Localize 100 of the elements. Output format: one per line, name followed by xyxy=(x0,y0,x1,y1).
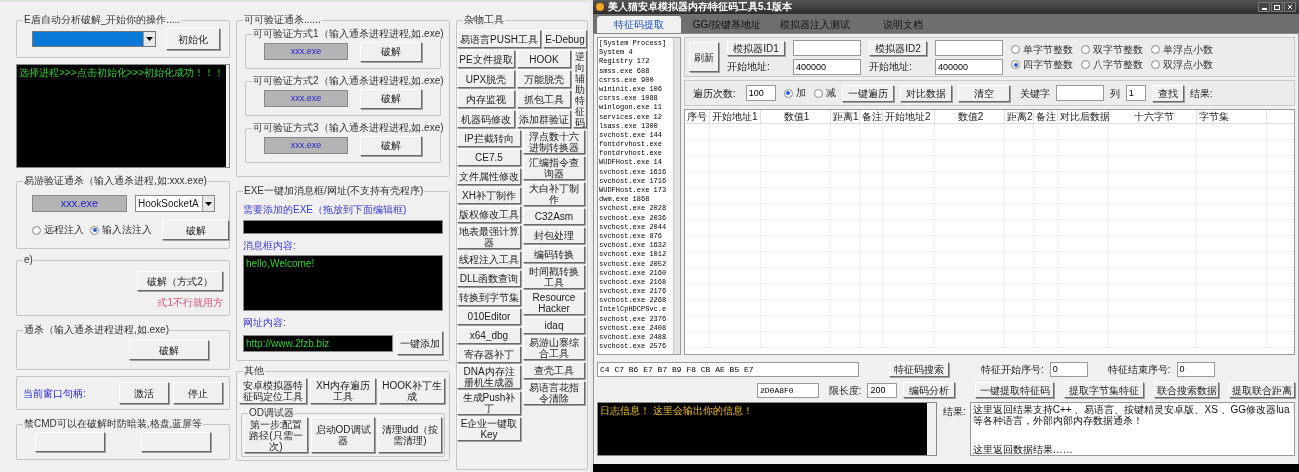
tool-button[interactable]: 寄存器补丁 xyxy=(457,346,521,363)
tool-button[interactable]: E-Debug xyxy=(543,30,587,48)
radio-button[interactable] xyxy=(783,88,793,98)
emulator-button[interactable]: 模拟器ID2 xyxy=(869,40,927,56)
button[interactable]: 对比数据 xyxy=(899,84,952,102)
process-list[interactable] xyxy=(597,37,681,355)
tool-button[interactable]: 抓包工具 xyxy=(517,90,571,108)
tool-button[interactable]: DLL函数查询 xyxy=(457,270,521,287)
end-index-field[interactable]: 0 xyxy=(1176,362,1215,377)
tool-button[interactable]: 清理udd（按需清理) xyxy=(378,417,442,453)
crack-button[interactable]: 破解 xyxy=(360,88,422,109)
process-field[interactable]: xxx.exe xyxy=(32,195,127,212)
crack-button[interactable]: 破解（方式2） xyxy=(137,271,223,291)
count-field[interactable]: 100 xyxy=(745,85,776,101)
keyword-field[interactable] xyxy=(1055,85,1104,101)
button[interactable] xyxy=(141,432,211,452)
tool-button[interactable]: 010Editor xyxy=(457,308,521,325)
column-header[interactable]: 字节集 xyxy=(1197,110,1267,123)
tab[interactable]: 特征码提取 xyxy=(597,16,681,33)
address-field[interactable]: 400000 xyxy=(793,58,861,75)
tool-button[interactable]: 添加群验证 xyxy=(517,110,571,128)
emulator-button[interactable]: 模拟器ID1 xyxy=(727,40,785,56)
crack-button[interactable]: 破解 xyxy=(162,220,229,240)
tool-button[interactable]: PE文件提取 xyxy=(457,50,515,68)
tool-button[interactable]: DNA内存注册机生成器 xyxy=(457,365,521,389)
button[interactable]: 提取字节集特征 xyxy=(1064,382,1144,398)
emulator-id-field[interactable] xyxy=(935,39,1003,56)
column-header[interactable]: 数值1 xyxy=(761,110,831,123)
tool-button[interactable]: XH内存遍历工具 xyxy=(310,378,376,404)
button[interactable]: 提取联合距离 xyxy=(1229,382,1295,398)
init-button[interactable]: 初始化 xyxy=(166,28,220,50)
radio-button[interactable] xyxy=(32,225,41,235)
radio-button[interactable] xyxy=(1081,60,1090,69)
tool-button[interactable]: 逆向辅助特征码 xyxy=(573,50,587,128)
tool-button[interactable]: Resource Hacker xyxy=(523,291,585,315)
tool-button[interactable]: 浮点数十六进制转换器 xyxy=(523,130,585,154)
column-header[interactable]: 备注 xyxy=(860,110,883,123)
limit-field[interactable]: 200 xyxy=(867,382,898,398)
tool-button[interactable]: 文件属性修改 xyxy=(457,168,521,185)
tool-button[interactable]: 封包处理 xyxy=(523,227,585,244)
button[interactable]: 清空 xyxy=(957,84,1010,102)
address-field[interactable]: 400000 xyxy=(935,58,1003,75)
analyze-button[interactable]: 编码分析 xyxy=(903,382,955,398)
tool-button[interactable]: HOOK xyxy=(517,50,571,68)
radio-button[interactable] xyxy=(1011,60,1020,69)
tool-button[interactable]: 地表最强计算器 xyxy=(457,225,521,249)
process-field[interactable]: xxx.exe xyxy=(264,137,348,154)
button[interactable] xyxy=(35,432,105,452)
column-header[interactable]: 开始地址1 xyxy=(710,110,761,123)
add-button[interactable]: 一键添加 xyxy=(397,331,443,355)
column-header[interactable]: 对比后数据 xyxy=(1058,110,1109,123)
scrollbar[interactable] xyxy=(226,65,229,167)
close-icon[interactable] xyxy=(1284,2,1296,12)
tab[interactable]: 说明文档 xyxy=(861,16,945,33)
tool-button[interactable]: 版权修改工具 xyxy=(457,206,521,223)
process-field[interactable]: xxx.exe xyxy=(264,43,348,60)
button[interactable]: 一键提取特征码 xyxy=(974,382,1055,398)
crack-button[interactable]: 破解 xyxy=(129,340,209,360)
tool-button[interactable]: 线程注入工具 xyxy=(457,251,521,268)
tool-button[interactable]: HOOK补丁生成 xyxy=(379,378,445,404)
tool-button[interactable]: 汇编指令查询器 xyxy=(523,156,585,180)
button[interactable]: 一键遍历 xyxy=(841,84,894,102)
scrollbar[interactable] xyxy=(673,38,680,354)
tool-button[interactable]: 易游山寨综合工具 xyxy=(523,336,585,360)
radio-button[interactable] xyxy=(90,225,99,235)
tool-button[interactable]: E企业一键取Key xyxy=(457,417,521,441)
tool-button[interactable]: CE7.5 xyxy=(457,149,521,166)
radio-button[interactable] xyxy=(1151,45,1160,54)
tool-button[interactable]: 生成Push补丁 xyxy=(457,391,521,415)
tool-button[interactable]: 编码转换 xyxy=(523,246,585,263)
exe-path-field[interactable] xyxy=(243,220,443,234)
process-field[interactable]: xxx.exe xyxy=(264,90,348,107)
radio-button[interactable] xyxy=(1011,45,1020,54)
column-header[interactable]: 距离2 xyxy=(1005,110,1034,123)
button[interactable]: 停止 xyxy=(173,382,223,404)
tool-button[interactable]: 时间戳转换工具 xyxy=(523,265,585,289)
tool-button[interactable]: 转换到字节集 xyxy=(457,289,521,306)
tool-button[interactable]: 安卓模拟器特征码定位工具 xyxy=(239,378,307,404)
tool-button[interactable]: 第一步:配置路径(只需一次) xyxy=(244,417,308,453)
column-header[interactable]: 序号 xyxy=(685,110,710,123)
address-field[interactable]: 2D0A8F0 xyxy=(757,382,819,398)
tool-button[interactable]: C32Asm xyxy=(523,208,585,225)
url-field[interactable]: http://www.2fzb.biz xyxy=(243,334,394,352)
button[interactable]: 联合搜索数据 xyxy=(1153,382,1220,398)
process-dropdown[interactable] xyxy=(32,31,156,47)
column-header[interactable]: 备注 xyxy=(1034,110,1058,123)
scrollbar[interactable] xyxy=(927,403,936,455)
column-field[interactable]: 1 xyxy=(1125,85,1146,101)
start-index-field[interactable]: 0 xyxy=(1049,362,1088,377)
tool-button[interactable]: 机器码修改 xyxy=(457,110,515,128)
tool-button[interactable]: XH补丁制作 xyxy=(457,187,521,204)
tab[interactable]: 模拟器注入测试 xyxy=(773,16,857,33)
tool-button[interactable]: 大白补丁制作 xyxy=(523,182,585,206)
column-header[interactable]: 十六字节 xyxy=(1109,110,1197,123)
crack-button[interactable]: 破解 xyxy=(360,135,422,156)
hex-field[interactable]: C4 C7 B6 E7 B7 B9 F8 CB AE B5 E7 xyxy=(597,362,859,377)
tool-button[interactable]: 易语言PUSH工具 xyxy=(457,30,541,48)
refresh-button[interactable]: 刷新 xyxy=(689,42,719,72)
tool-button[interactable]: x64_dbg xyxy=(457,327,521,344)
radio-button[interactable] xyxy=(1081,45,1090,54)
